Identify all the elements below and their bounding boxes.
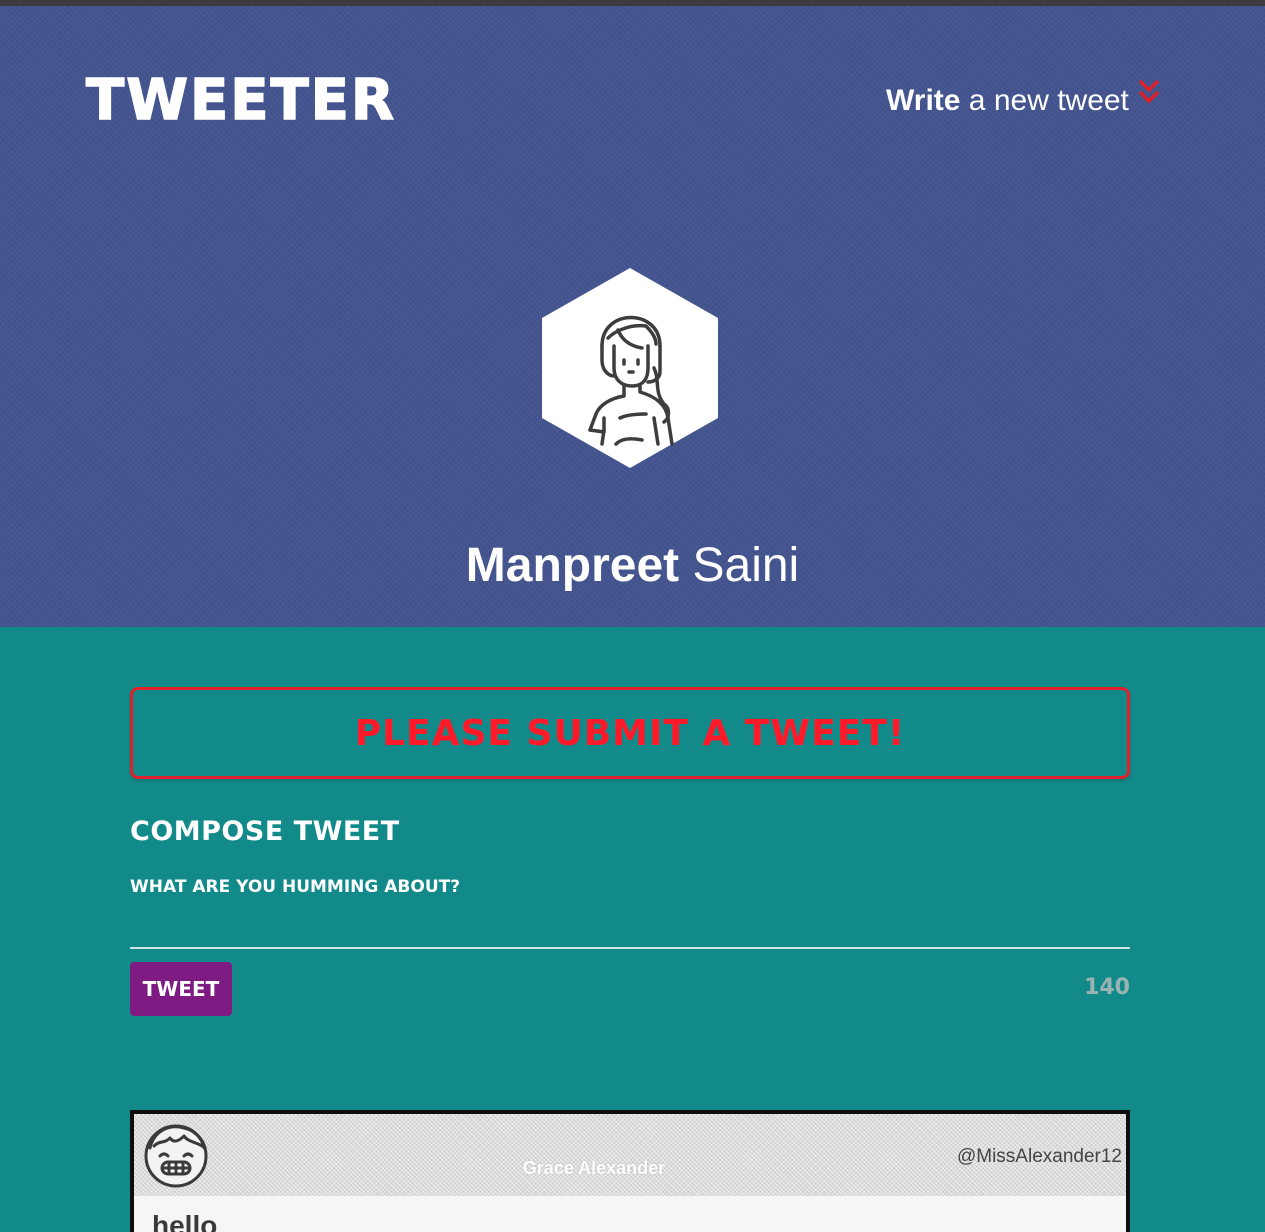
- error-message: Please submit a tweet!: [354, 712, 906, 754]
- tweet-author-name: Grace Alexander: [522, 1158, 666, 1178]
- error-message-box: Please submit a tweet!: [130, 687, 1130, 779]
- grinning-boy-avatar-icon: [144, 1124, 208, 1188]
- tweet-header: Grace Alexander @MissAlexander12: [134, 1114, 1126, 1196]
- brand-logo[interactable]: Tweeter: [85, 67, 396, 134]
- write-new-tweet-label: Write a new tweet: [886, 84, 1129, 117]
- compose-title: Compose Tweet: [130, 816, 400, 847]
- write-new-tweet-link[interactable]: Write a new tweet: [886, 79, 1161, 118]
- profile-name: Manpreet Saini: [0, 538, 1265, 593]
- tweet-submit-button[interactable]: Tweet: [130, 962, 232, 1016]
- tweet-card: Grace Alexander @MissAlexander12 hello: [130, 1110, 1130, 1232]
- woman-avatar-icon: [542, 268, 718, 468]
- double-chevron-down-icon: [1138, 79, 1160, 104]
- character-counter: 140: [1084, 975, 1130, 1000]
- profile-first-name: Manpreet: [465, 539, 680, 592]
- profile-header: Tweeter Write a new tweet: [0, 6, 1265, 627]
- tweet-content: hello: [152, 1210, 218, 1232]
- profile-last-name: Saini: [692, 539, 800, 592]
- tweet-text-input[interactable]: [130, 874, 1130, 949]
- tweet-author-handle: @MissAlexander12: [956, 1146, 1122, 1167]
